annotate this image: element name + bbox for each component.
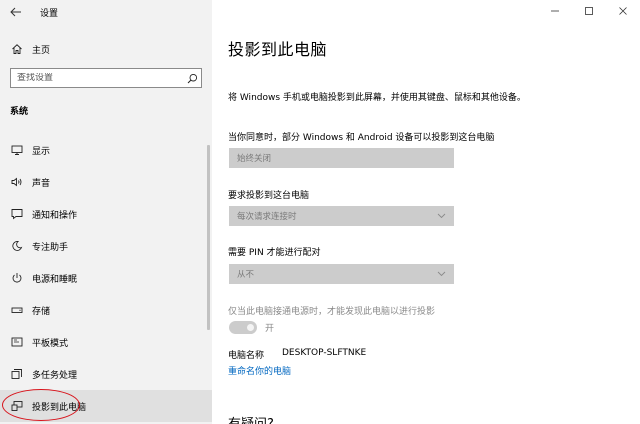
minimize-button[interactable] [538,0,572,22]
setting-ask-to-project-label: 要求投影到这台电脑 [228,191,310,201]
sidebar-item-label: 存储 [32,306,51,317]
close-icon [619,7,627,15]
sound-icon [10,175,24,189]
setting-allow-projection-label: 当你同意时，部分 Windows 和 Android 设备可以投影到这台电脑 [228,133,495,143]
display-icon [10,143,24,157]
multitasking-icon [10,367,24,381]
focus-assist-icon [10,239,24,253]
sidebar-item-tablet-mode[interactable]: 平板模式 [0,326,212,358]
sidebar-item-notifications[interactable]: 通知和操作 [0,198,212,230]
sidebar-item-focus-assist[interactable]: 专注助手 [0,230,212,262]
sidebar-item-sound[interactable]: 声音 [0,166,212,198]
dropdown-value: 始终关闭 [237,154,272,164]
chevron-down-icon [437,213,446,219]
pc-name-label: 电脑名称 [228,351,265,361]
back-button[interactable] [0,0,32,24]
close-button[interactable] [606,0,640,22]
notification-icon [10,207,24,221]
search-box[interactable] [10,68,202,88]
sidebar: 设置 主页 系统 显示 声音 [0,0,212,424]
power-discovery-toggle[interactable] [229,321,257,334]
sidebar-item-multitasking[interactable]: 多任务处理 [0,358,212,390]
maximize-button[interactable] [572,0,606,22]
sidebar-scrollbar[interactable] [207,145,210,330]
app-title: 设置 [40,8,59,19]
allow-projection-dropdown[interactable]: 始终关闭 [229,148,454,168]
sidebar-item-label: 多任务处理 [32,370,78,381]
home-icon [10,42,24,56]
require-pin-dropdown[interactable]: 从不 [229,264,454,284]
intro-text: 将 Windows 手机或电脑投影到此屏幕，并使用其键盘、鼠标和其他设备。 [228,93,526,103]
back-arrow-icon [10,7,21,17]
dropdown-value: 从不 [237,270,255,280]
ask-to-project-dropdown[interactable]: 每次请求连接时 [229,206,454,226]
nav-list: 显示 声音 通知和操作 专注助手 电源和睡眠 存储 平板模式 多任务处理 投影到… [0,134,212,422]
sidebar-item-label: 投影到此电脑 [32,402,87,413]
sidebar-item-label: 平板模式 [32,338,69,349]
home-label: 主页 [32,45,51,56]
power-discovery-toggle-row: 开 [229,321,274,334]
power-icon [10,271,24,285]
projection-icon [10,399,24,413]
sidebar-item-display[interactable]: 显示 [0,134,212,166]
tablet-icon [10,335,24,349]
minimize-icon [551,10,559,12]
sidebar-item-home[interactable]: 主页 [0,38,212,60]
search-icon[interactable] [183,69,201,87]
maximize-icon [585,7,593,15]
sidebar-item-label: 电源和睡眠 [32,274,78,285]
pc-name-row: 电脑名称 DESKTOP-SLFTNKE [228,348,366,361]
faq-heading: 有疑问? [228,413,274,424]
rename-pc-link[interactable]: 重命名你的电脑 [228,364,291,377]
sidebar-item-label: 专注助手 [32,242,69,253]
dropdown-value: 每次请求连接时 [237,212,297,222]
search-input[interactable] [11,73,183,83]
page-title: 投影到此电脑 [228,40,328,59]
main-content: 投影到此电脑 将 Windows 手机或电脑投影到此屏幕，并使用其键盘、鼠标和其… [212,0,640,424]
sidebar-item-label: 通知和操作 [32,210,78,221]
section-header-system: 系统 [10,107,29,117]
sidebar-item-power[interactable]: 电源和睡眠 [0,262,212,294]
setting-require-pin-label: 需要 PIN 才能进行配对 [228,248,321,258]
sidebar-item-project-to-this-pc[interactable]: 投影到此电脑 [0,390,212,422]
sidebar-item-label: 声音 [32,178,51,189]
toggle-knob [247,324,254,331]
toggle-state-text: 开 [265,324,275,334]
sidebar-item-storage[interactable]: 存储 [0,294,212,326]
window-controls [538,0,640,22]
chevron-down-icon [437,271,446,277]
storage-icon [10,303,24,317]
sidebar-item-label: 显示 [32,146,51,157]
power-discovery-label: 仅当此电脑接通电源时，才能发现此电脑以进行投影 [228,307,436,317]
title-bar: 设置 [0,0,212,24]
pc-name-value: DESKTOP-SLFTNKE [282,348,367,358]
